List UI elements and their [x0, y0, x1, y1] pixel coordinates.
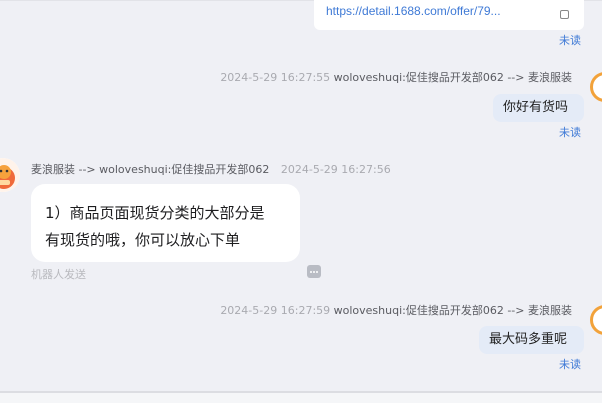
message-meta: 2024-5-29 16:27:55 woloveshuqi:促佳搜品开发部06…	[220, 69, 572, 85]
avatar-right	[590, 305, 602, 335]
outgoing-message-bubble: 最大码多重呢	[479, 326, 584, 354]
more-options-icon[interactable]	[307, 265, 321, 278]
copy-icon[interactable]	[560, 10, 569, 19]
message-route: woloveshuqi:促佳搜品开发部062 --> 麦浪服装	[333, 71, 572, 84]
message-meta: 2024-5-29 16:27:59 woloveshuqi:促佳搜品开发部06…	[220, 302, 572, 318]
message-time: 2024-5-29 16:27:59	[220, 304, 331, 317]
incoming-message-bubble: 1）商品页面现货分类的大部分是 有现货的哦，你可以放心下单	[31, 184, 300, 262]
message-time: 2024-5-29 16:27:56	[280, 163, 391, 176]
avatar-right	[590, 72, 602, 102]
chat-history-pane: https://detail.1688.com/offer/79... 未读 2…	[0, 0, 602, 403]
unread-status: 未读	[559, 358, 581, 371]
message-time: 2024-5-29 16:27:55	[220, 71, 331, 84]
unread-status: 未读	[559, 126, 581, 139]
link-card-message[interactable]: https://detail.1688.com/offer/79...	[314, 0, 584, 30]
message-route: 麦浪服装 --> woloveshuqi:促佳搜品开发部062	[31, 163, 270, 176]
unread-status: 未读	[559, 34, 581, 47]
input-area[interactable]	[0, 393, 602, 403]
message-route: woloveshuqi:促佳搜品开发部062 --> 麦浪服装	[333, 304, 572, 317]
message-meta: 麦浪服装 --> woloveshuqi:促佳搜品开发部062 2024-5-2…	[31, 161, 391, 177]
shop-avatar-icon	[0, 158, 20, 192]
bot-sent-note: 机器人发送	[31, 268, 86, 281]
message-text-line: 1）商品页面现货分类的大部分是	[45, 204, 265, 222]
message-text-line: 有现货的哦，你可以放心下单	[45, 231, 241, 249]
shop-avatar[interactable]	[0, 158, 20, 192]
outgoing-message-bubble: 你好有货吗	[493, 94, 584, 122]
link-url[interactable]: https://detail.1688.com/offer/79...	[326, 4, 501, 18]
